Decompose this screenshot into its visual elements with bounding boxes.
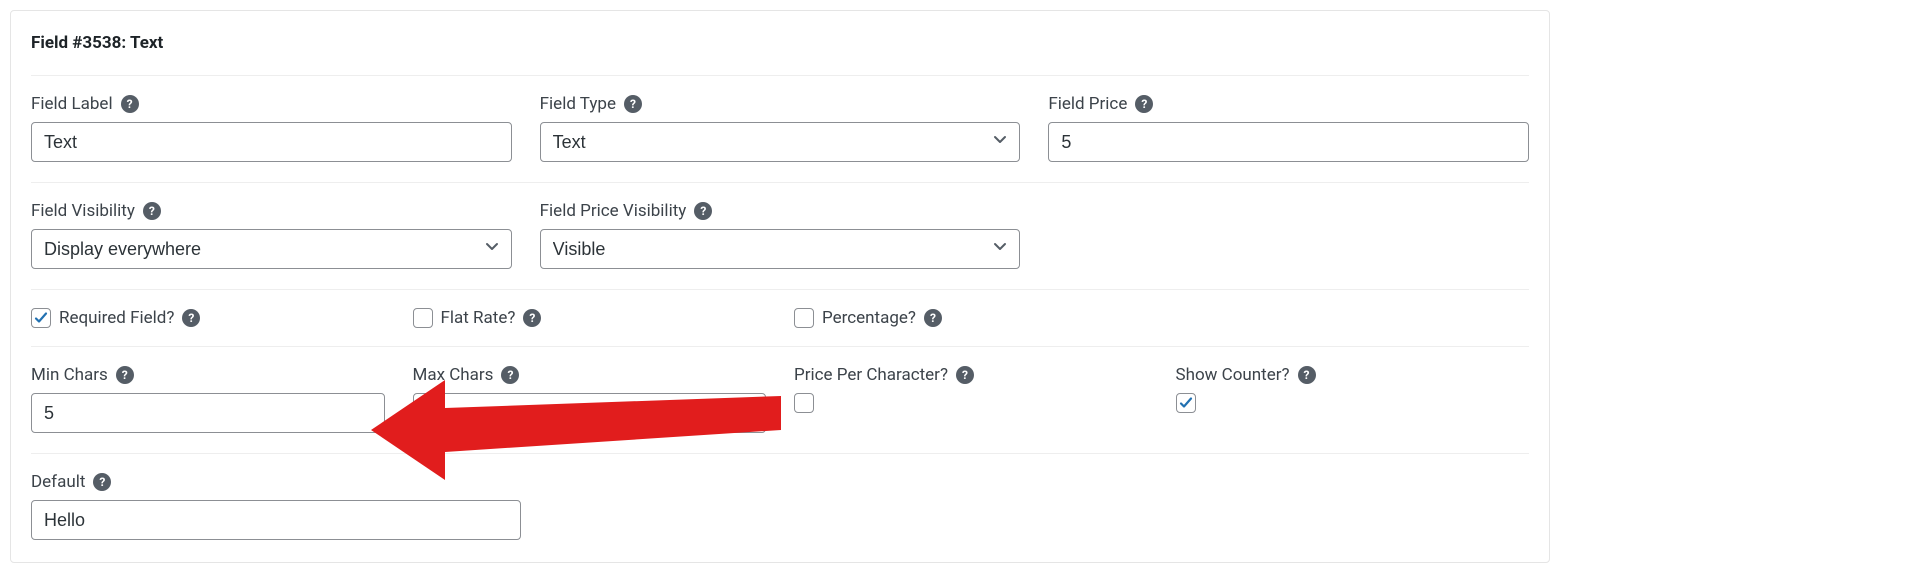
field-price-visibility-select-wrap: Visible bbox=[540, 229, 1021, 269]
required-field-group: Required Field? ? bbox=[31, 308, 385, 328]
show-counter-group: Show Counter? ? bbox=[1176, 365, 1530, 415]
help-icon[interactable]: ? bbox=[624, 95, 642, 113]
field-visibility-label: Field Visibility ? bbox=[31, 201, 512, 221]
flat-rate-label: Flat Rate? bbox=[441, 308, 516, 328]
field-label-text: Field Label bbox=[31, 94, 113, 114]
help-icon[interactable]: ? bbox=[523, 309, 541, 327]
section-separator bbox=[31, 182, 1529, 183]
help-icon[interactable]: ? bbox=[116, 366, 134, 384]
help-icon[interactable]: ? bbox=[956, 366, 974, 384]
row-default: Default ? bbox=[31, 472, 1529, 540]
help-icon[interactable]: ? bbox=[93, 473, 111, 491]
default-label: Default ? bbox=[31, 472, 521, 492]
show-counter-label: Show Counter? ? bbox=[1176, 365, 1530, 385]
percentage-label: Percentage? bbox=[822, 308, 916, 328]
percentage-group: Percentage? ? bbox=[794, 308, 1148, 328]
row-basic: Field Label ? Field Type ? Text Field Pr… bbox=[31, 94, 1529, 162]
field-type-select-wrap: Text bbox=[540, 122, 1021, 162]
help-icon[interactable]: ? bbox=[924, 309, 942, 327]
help-icon[interactable]: ? bbox=[1135, 95, 1153, 113]
field-price-visibility-select[interactable]: Visible bbox=[540, 229, 1021, 269]
min-chars-label: Min Chars ? bbox=[31, 365, 385, 385]
section-separator bbox=[31, 289, 1529, 290]
field-settings-panel: Field #3538: Text Field Label ? Field Ty… bbox=[10, 10, 1550, 563]
row-visibility: Field Visibility ? Display everywhere Fi… bbox=[31, 201, 1529, 269]
field-price-visibility-text: Field Price Visibility bbox=[540, 201, 687, 221]
show-counter-text: Show Counter? bbox=[1176, 365, 1290, 385]
check-icon bbox=[1179, 396, 1193, 410]
help-icon[interactable]: ? bbox=[501, 366, 519, 384]
section-separator bbox=[31, 453, 1529, 454]
max-chars-text: Max Chars bbox=[413, 365, 494, 385]
section-separator bbox=[31, 75, 1529, 76]
field-label-label: Field Label ? bbox=[31, 94, 512, 114]
max-chars-label: Max Chars ? bbox=[413, 365, 767, 385]
show-counter-checkbox[interactable] bbox=[1176, 393, 1196, 413]
flat-rate-checkbox[interactable] bbox=[413, 308, 433, 328]
field-price-visibility-label: Field Price Visibility ? bbox=[540, 201, 1021, 221]
help-icon[interactable]: ? bbox=[143, 202, 161, 220]
field-visibility-text: Field Visibility bbox=[31, 201, 135, 221]
field-type-select[interactable]: Text bbox=[540, 122, 1021, 162]
default-text: Default bbox=[31, 472, 85, 492]
required-field-label: Required Field? bbox=[59, 308, 174, 328]
required-field-checkbox[interactable] bbox=[31, 308, 51, 328]
field-type-group: Field Type ? Text bbox=[540, 94, 1021, 162]
default-group: Default ? bbox=[31, 472, 521, 540]
help-icon[interactable]: ? bbox=[1298, 366, 1316, 384]
flat-rate-group: Flat Rate? ? bbox=[413, 308, 767, 328]
field-visibility-select[interactable]: Display everywhere bbox=[31, 229, 512, 269]
help-icon[interactable]: ? bbox=[182, 309, 200, 327]
price-per-character-label: Price Per Character? ? bbox=[794, 365, 1148, 385]
min-chars-text: Min Chars bbox=[31, 365, 108, 385]
panel-title: Field #3538: Text bbox=[31, 33, 1529, 53]
field-price-text: Field Price bbox=[1048, 94, 1127, 114]
field-label-group: Field Label ? bbox=[31, 94, 512, 162]
field-price-visibility-group: Field Price Visibility ? Visible bbox=[540, 201, 1021, 269]
section-separator bbox=[31, 346, 1529, 347]
min-chars-input[interactable] bbox=[31, 393, 385, 433]
field-price-group: Field Price ? bbox=[1048, 94, 1529, 162]
field-label-input[interactable] bbox=[31, 122, 512, 162]
check-icon bbox=[34, 311, 48, 325]
max-chars-group: Max Chars ? bbox=[413, 365, 767, 433]
price-per-character-text: Price Per Character? bbox=[794, 365, 948, 385]
row-chars: Min Chars ? Max Chars ? Price Per Charac… bbox=[31, 365, 1529, 433]
field-type-label: Field Type ? bbox=[540, 94, 1021, 114]
max-chars-input[interactable] bbox=[413, 393, 767, 433]
field-visibility-select-wrap: Display everywhere bbox=[31, 229, 512, 269]
field-price-input[interactable] bbox=[1048, 122, 1529, 162]
help-icon[interactable]: ? bbox=[121, 95, 139, 113]
field-visibility-group: Field Visibility ? Display everywhere bbox=[31, 201, 512, 269]
min-chars-group: Min Chars ? bbox=[31, 365, 385, 433]
row-flags: Required Field? ? Flat Rate? ? Percentag… bbox=[31, 308, 1529, 328]
percentage-checkbox[interactable] bbox=[794, 308, 814, 328]
help-icon[interactable]: ? bbox=[694, 202, 712, 220]
field-type-text: Field Type bbox=[540, 94, 616, 114]
field-price-label: Field Price ? bbox=[1048, 94, 1529, 114]
price-per-character-checkbox[interactable] bbox=[794, 393, 814, 413]
default-input[interactable] bbox=[31, 500, 521, 540]
price-per-character-group: Price Per Character? ? bbox=[794, 365, 1148, 418]
